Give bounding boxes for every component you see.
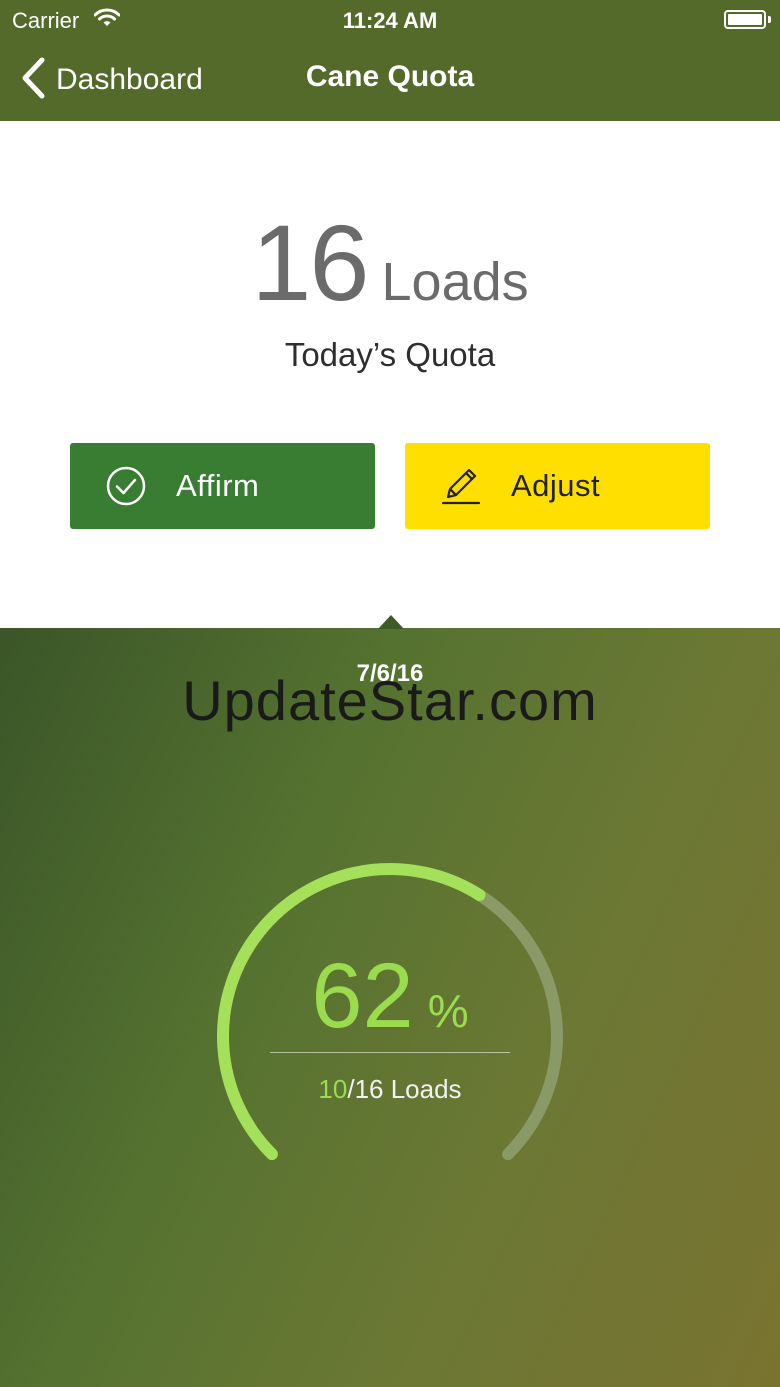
adjust-label: Adjust <box>511 468 601 503</box>
quota-value: 16 <box>251 202 369 323</box>
percent-value: 62 <box>311 945 414 1047</box>
panel-pointer <box>378 615 404 629</box>
loads-progress: 10/16 Loads <box>190 1074 590 1105</box>
pencil-icon <box>439 464 483 508</box>
affirm-label: Affirm <box>176 468 260 503</box>
back-label: Dashboard <box>56 63 203 96</box>
navigation-bar: Carrier 11:24 AM Dashboard Cane Quota <box>0 0 780 121</box>
status-bar: Carrier 11:24 AM <box>0 0 780 40</box>
percent-symbol: % <box>427 985 469 1037</box>
battery-icon <box>724 10 766 29</box>
quota-caption: Today’s Quota <box>284 336 496 373</box>
check-circle-icon <box>104 464 148 508</box>
quota-display: 16 Loads <box>0 200 780 325</box>
loads-total: /16 Loads <box>347 1074 462 1104</box>
loads-done: 10 <box>318 1074 348 1104</box>
percent-display: 62% <box>190 944 590 1049</box>
affirm-button[interactable]: Affirm <box>70 443 375 529</box>
gauge-divider <box>270 1052 510 1053</box>
back-button[interactable]: Dashboard <box>20 56 203 104</box>
adjust-button[interactable]: Adjust <box>405 443 710 529</box>
progress-date: 7/6/16 <box>356 660 424 687</box>
chevron-left-icon <box>20 57 46 104</box>
clock: 11:24 AM <box>342 8 438 33</box>
quota-unit: Loads <box>381 252 529 312</box>
battery-tip <box>768 16 771 23</box>
